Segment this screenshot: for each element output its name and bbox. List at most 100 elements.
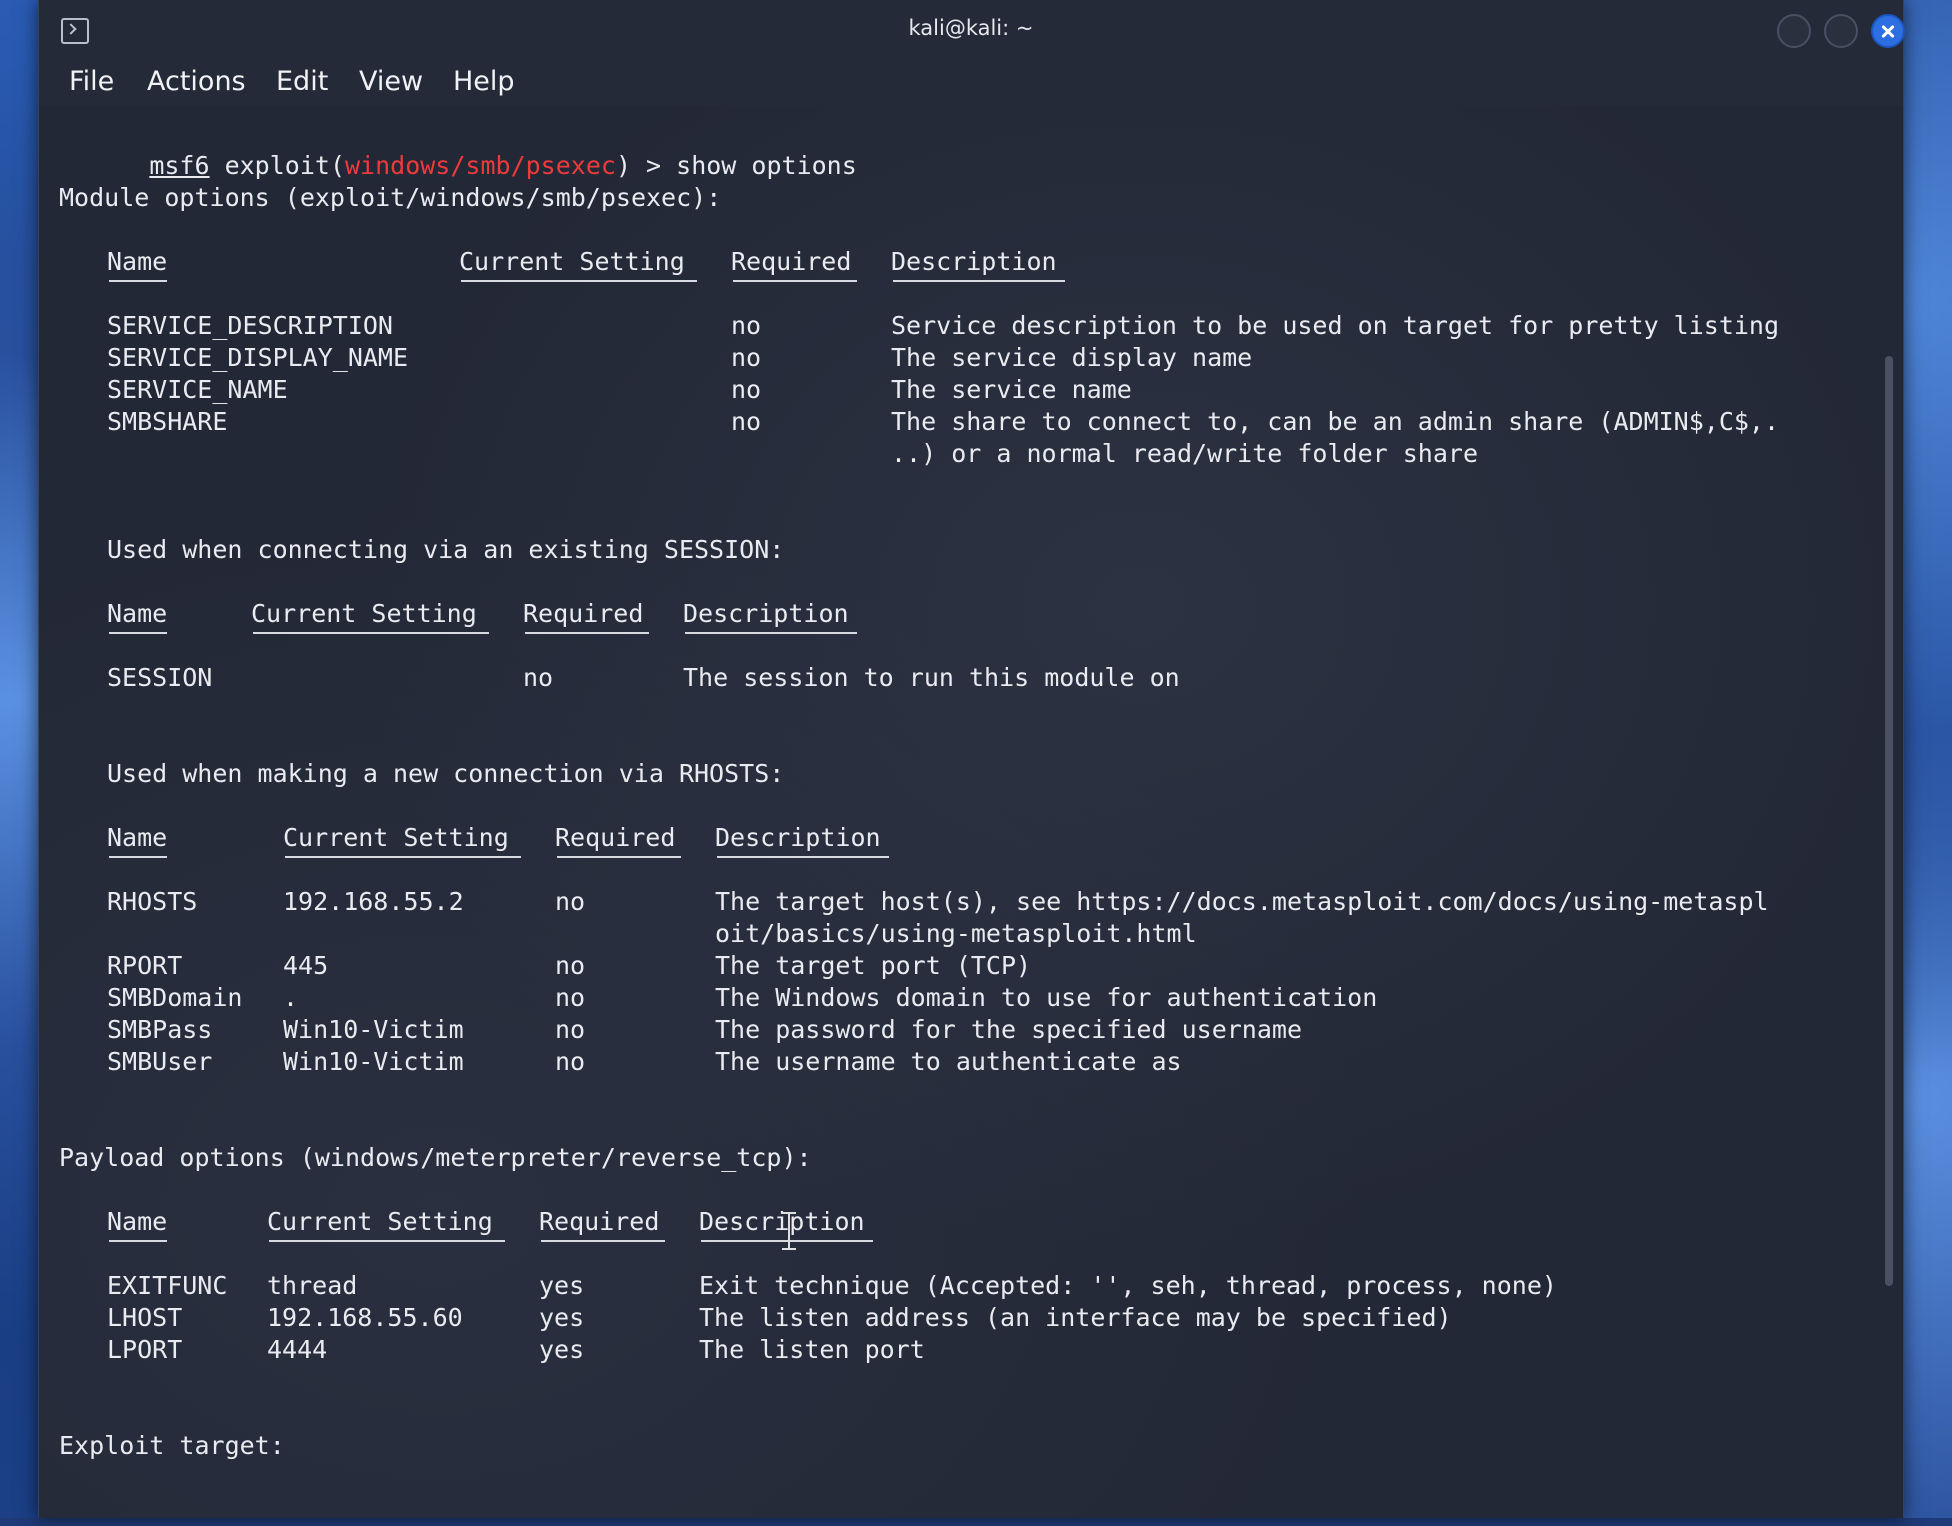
header-underline xyxy=(717,856,889,858)
cell-description: The listen address (an interface may be … xyxy=(699,1303,1452,1332)
table-row: SERVICE_DESCRIPTION no Service descripti… xyxy=(107,310,1887,342)
cell-description: The username to authenticate as xyxy=(715,1047,1182,1076)
table-row: LHOST 192.168.55.60 yes The listen addre… xyxy=(107,1302,1887,1334)
module-options-heading: Module options (exploit/windows/smb/psex… xyxy=(59,183,722,212)
cell-description: Exit technique (Accepted: '', seh, threa… xyxy=(699,1271,1557,1300)
menu-help[interactable]: Help xyxy=(453,66,515,97)
table-row: SMBSHARE no The share to connect to, can… xyxy=(107,406,1887,438)
header-underline xyxy=(541,1240,665,1242)
cell-name: SMBDomain xyxy=(107,983,243,1012)
header-underline xyxy=(253,632,489,634)
cell-required: no xyxy=(731,375,762,404)
header-underline xyxy=(285,856,521,858)
cell-name: RPORT xyxy=(107,951,183,980)
cell-description: The password for the specified username xyxy=(715,1015,1302,1044)
exploit-target-heading: Exploit target: xyxy=(59,1431,285,1460)
title-bar[interactable]: kali@kali: ~ xyxy=(39,0,1905,62)
cell-name: RHOSTS xyxy=(107,887,198,916)
cell-required: yes xyxy=(539,1335,585,1364)
cell-name: SESSION xyxy=(107,663,213,692)
rhosts-options-heading: Used when making a new connection via RH… xyxy=(107,759,785,788)
cell-description: The target port (TCP) xyxy=(715,951,1032,980)
table-row: SERVICE_NAME no The service name xyxy=(107,374,1887,406)
cell-name: EXITFUNC xyxy=(107,1271,228,1300)
cell-name: SERVICE_DESCRIPTION xyxy=(107,311,393,340)
header-underline xyxy=(557,856,681,858)
terminal-window: kali@kali: ~ File Actions Edit View Help… xyxy=(38,0,1905,1518)
cell-required: no xyxy=(731,343,762,372)
table-header: Name Current Setting Required Descriptio… xyxy=(107,598,1807,634)
prompt-text: exploit( xyxy=(209,151,345,180)
cell-name: LHOST xyxy=(107,1303,183,1332)
cell-required: no xyxy=(731,311,762,340)
header-underline xyxy=(685,632,857,634)
cell-required: no xyxy=(555,1015,586,1044)
col-required-header: Required xyxy=(555,823,676,852)
header-underline xyxy=(109,632,167,634)
menu-bar: File Actions Edit View Help xyxy=(39,62,1903,106)
table-row: RPORT 445 no The target port (TCP) xyxy=(107,950,1887,982)
cell-description: The Windows domain to use for authentica… xyxy=(715,983,1378,1012)
cell-required: no xyxy=(555,951,586,980)
table-row: SMBUser Win10-Victim no The username to … xyxy=(107,1046,1887,1078)
col-setting-header: Current Setting xyxy=(267,1207,493,1236)
col-description-header: Description xyxy=(715,823,881,852)
table-row: SESSION no The session to run this modul… xyxy=(107,662,1887,694)
cell-name: SMBSHARE xyxy=(107,407,228,436)
table-row-continuation: ..) or a normal read/write folder share xyxy=(107,438,1887,470)
table-row: SMBPass Win10-Victim no The password for… xyxy=(107,1014,1887,1046)
prompt-text: ) > xyxy=(615,151,677,180)
header-underline xyxy=(269,1240,505,1242)
close-button[interactable] xyxy=(1871,14,1905,48)
col-name-header: Name xyxy=(107,599,168,628)
session-options-heading: Used when connecting via an existing SES… xyxy=(107,535,785,564)
minimize-button[interactable] xyxy=(1777,14,1811,48)
menu-edit[interactable]: Edit xyxy=(276,66,328,97)
cell-setting: 192.168.55.2 xyxy=(283,887,464,916)
cell-required: no xyxy=(523,663,554,692)
menu-view[interactable]: View xyxy=(359,66,423,97)
cell-setting: . xyxy=(283,983,299,1012)
table-row: EXITFUNC thread yes Exit technique (Acce… xyxy=(107,1270,1887,1302)
scrollbar[interactable] xyxy=(1885,356,1893,1286)
table-header: Name Current Setting Required Descriptio… xyxy=(107,822,1807,858)
prompt-name: msf6 xyxy=(149,151,210,180)
col-name-header: Name xyxy=(107,823,168,852)
prompt-module: windows/smb/psexec xyxy=(345,151,616,180)
table-header: Name Current Setting Required Descriptio… xyxy=(107,1206,1807,1242)
cell-description: The share to connect to, can be an admin… xyxy=(891,407,1780,436)
cell-setting: 192.168.55.60 xyxy=(267,1303,463,1332)
table-header: Name Current Setting Required Descriptio… xyxy=(107,246,1807,282)
cell-required: no xyxy=(555,887,586,916)
cell-setting: 4444 xyxy=(267,1335,328,1364)
header-underline xyxy=(893,280,1065,282)
cell-required: yes xyxy=(539,1303,585,1332)
cell-setting: 445 xyxy=(283,951,329,980)
menu-file[interactable]: File xyxy=(69,66,114,97)
col-description-header: Description xyxy=(891,247,1057,276)
header-underline xyxy=(733,280,857,282)
cell-description: The session to run this module on xyxy=(683,663,1180,692)
table-row: LPORT 4444 yes The listen port xyxy=(107,1334,1887,1366)
prompt-line: msf6 exploit(windows/smb/psexec) > show … xyxy=(59,118,856,180)
cell-description: oit/basics/using-metasploit.html xyxy=(715,919,1197,948)
header-underline xyxy=(461,280,697,282)
cell-setting: Win10-Victim xyxy=(283,1047,464,1076)
menu-actions[interactable]: Actions xyxy=(147,66,246,97)
header-underline xyxy=(109,856,167,858)
text-cursor-icon xyxy=(782,1212,796,1250)
col-name-header: Name xyxy=(107,1207,168,1236)
terminal-output[interactable]: msf6 exploit(windows/smb/psexec) > show … xyxy=(39,106,1903,1518)
header-underline xyxy=(109,1240,167,1242)
cell-description: Service description to be used on target… xyxy=(891,311,1780,340)
cell-required: yes xyxy=(539,1271,585,1300)
cell-name: SERVICE_NAME xyxy=(107,375,288,404)
table-row: SERVICE_DISPLAY_NAME no The service disp… xyxy=(107,342,1887,374)
cell-required: no xyxy=(731,407,762,436)
maximize-button[interactable] xyxy=(1824,14,1858,48)
cell-setting: Win10-Victim xyxy=(283,1015,464,1044)
cell-setting: thread xyxy=(267,1271,358,1300)
col-setting-header: Current Setting xyxy=(251,599,477,628)
cell-description: The listen port xyxy=(699,1335,925,1364)
col-setting-header: Current Setting xyxy=(459,247,685,276)
